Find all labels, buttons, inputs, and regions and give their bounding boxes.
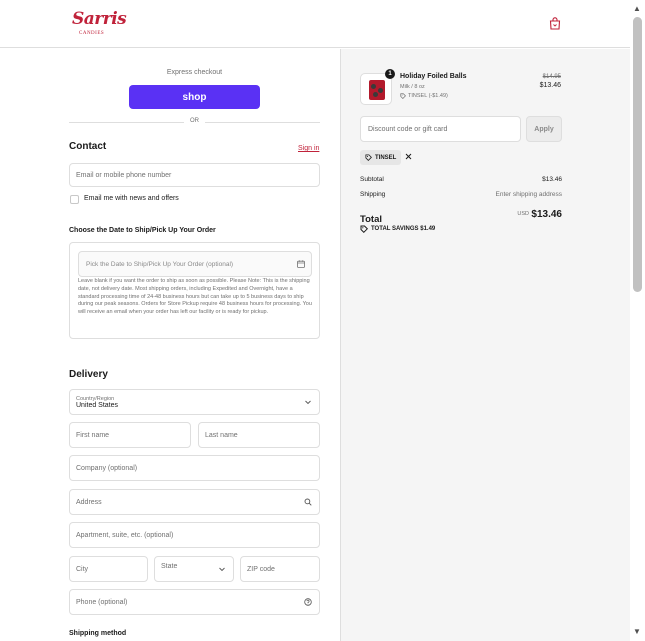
help-icon[interactable] — [304, 598, 312, 606]
ship-date-note: Leave blank if you want the order to shi… — [78, 278, 312, 316]
express-checkout-label: Express checkout — [166, 69, 223, 76]
address-placeholder: Address — [76, 498, 102, 506]
discount-code-input[interactable]: Discount code or gift card — [360, 116, 521, 142]
email-field[interactable]: Email or mobile phone number — [69, 163, 320, 187]
sign-in-link[interactable]: Sign in — [298, 145, 319, 152]
product-discount: TINSEL (-$1.49) — [400, 93, 448, 99]
tag-icon — [365, 154, 372, 161]
checkout-page: Sarris CANDIES Express checkout shop OR … — [0, 0, 645, 641]
subtotal-row: Subtotal $13.46 — [360, 176, 562, 183]
ship-date-box: Pick the Date to Ship/Pick Up Your Order… — [69, 242, 320, 339]
product-photo — [369, 80, 385, 100]
applied-discount-chip: TINSEL — [360, 150, 402, 165]
order-summary: 1 Holiday Foiled Balls Milk / 8 oz TINSE… — [340, 49, 630, 641]
logo-script: Sarris — [72, 9, 127, 29]
phone-field[interactable]: Phone (optional) — [69, 589, 320, 615]
state-label: State — [161, 563, 178, 570]
ship-date-placeholder: Pick the Date to Ship/Pick Up Your Order… — [86, 260, 234, 268]
search-icon — [304, 498, 312, 506]
sarris-logo[interactable]: Sarris CANDIES — [68, 9, 127, 39]
logo-tagline: CANDIES — [79, 31, 105, 36]
chevron-down-icon — [219, 567, 225, 572]
product-variant: Milk / 8 oz — [400, 84, 425, 90]
or-divider: OR — [69, 117, 320, 127]
applied-code: TINSEL — [375, 154, 397, 161]
scrollbar-thumb[interactable] — [633, 17, 642, 292]
product-price: $13.46 — [539, 82, 561, 89]
shop-pay-button[interactable]: shop — [129, 85, 260, 109]
country-select[interactable]: Country/Region United States — [69, 389, 320, 415]
product-discount-text: TINSEL (-$1.49) — [408, 93, 448, 99]
header: Sarris CANDIES — [0, 0, 630, 48]
ship-date-heading: Choose the Date to Ship/Pick Up Your Ord… — [69, 227, 216, 234]
ship-date-input[interactable]: Pick the Date to Ship/Pick Up Your Order… — [78, 251, 312, 277]
page-scrollbar[interactable]: ▲ ▼ — [630, 0, 645, 641]
total-label: Total — [360, 214, 382, 225]
first-name-field[interactable]: First name — [69, 422, 191, 448]
company-field[interactable]: Company (optional) — [69, 455, 320, 481]
product-original-price: $14.95 — [542, 74, 561, 80]
state-select[interactable]: State — [154, 556, 234, 582]
or-label: OR — [190, 118, 199, 124]
total-savings: TOTAL SAVINGS $1.49 — [360, 225, 435, 233]
shipping-method-heading: Shipping method — [69, 630, 127, 637]
shipping-value: Enter shipping address — [495, 191, 563, 198]
cart-bag-icon[interactable] — [549, 17, 561, 30]
tag-icon — [360, 225, 368, 233]
product-name: Holiday Foiled Balls — [400, 73, 467, 80]
city-field[interactable]: City — [69, 556, 148, 582]
total-value: $13.46 — [531, 209, 562, 220]
tag-icon — [400, 93, 406, 99]
subtotal-label: Subtotal — [360, 176, 384, 183]
scroll-up-icon[interactable]: ▲ — [633, 4, 641, 13]
shipping-label: Shipping — [360, 191, 386, 198]
phone-placeholder: Phone (optional) — [76, 598, 128, 606]
newsletter-label: Email me with news and offers — [84, 195, 179, 202]
scroll-down-icon[interactable]: ▼ — [633, 627, 641, 636]
total-savings-text: TOTAL SAVINGS $1.49 — [371, 226, 436, 232]
newsletter-checkbox[interactable] — [70, 195, 79, 204]
chevron-down-icon — [305, 400, 311, 405]
contact-heading: Contact — [69, 141, 107, 152]
subtotal-value: $13.46 — [542, 176, 562, 183]
shipping-row: Shipping Enter shipping address — [360, 191, 562, 198]
country-value: United States — [76, 401, 119, 409]
address-field[interactable]: Address — [69, 489, 320, 515]
last-name-field[interactable]: Last name — [198, 422, 320, 448]
remove-discount-icon[interactable] — [404, 152, 413, 161]
zip-field[interactable]: ZIP code — [240, 556, 320, 582]
delivery-heading: Delivery — [69, 369, 108, 380]
checkout-form: Express checkout shop OR Contact Sign in… — [0, 49, 340, 641]
apartment-field[interactable]: Apartment, suite, etc. (optional) — [69, 522, 320, 548]
quantity-badge: 1 — [385, 69, 395, 79]
apply-button[interactable]: Apply — [526, 116, 562, 142]
total-currency: USD — [517, 211, 529, 217]
calendar-icon — [297, 260, 305, 268]
